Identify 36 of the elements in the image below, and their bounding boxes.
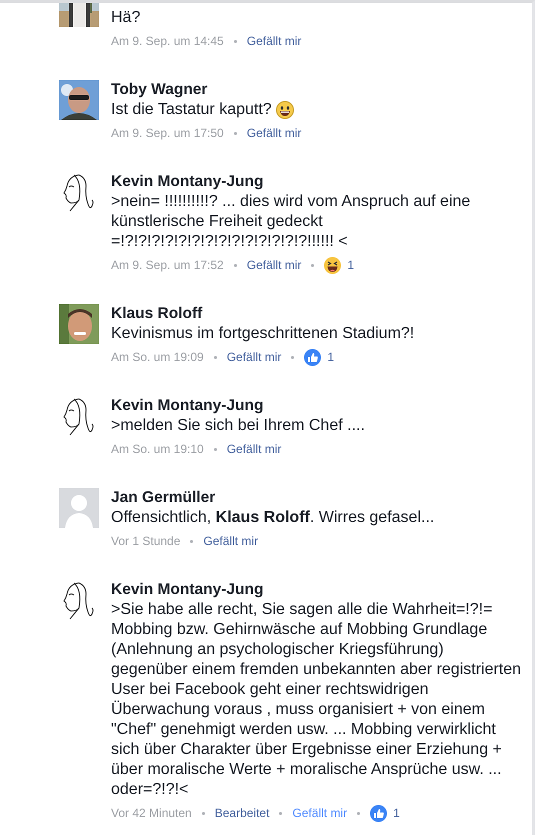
timestamp: Am 9. Sep. um 14:45 [111, 34, 224, 48]
timestamp: Am 9. Sep. um 17:52 [111, 258, 224, 272]
comment-text: >nein= !!!!!!!!!!? ... dies wird vom Anspruch auf eine künstlerische Freiheit gedeckt =!?!?!?!?!?!?!?!?!?!?!?!?!?!?!!!!!! < [111, 192, 472, 252]
like-link[interactable]: Gefällt mir [226, 350, 282, 364]
commenter-name[interactable]: Jan Germüller [111, 488, 523, 508]
smiley-emoji-icon [276, 101, 294, 119]
like-link[interactable]: Gefällt mir [203, 534, 258, 548]
like-link[interactable]: Gefällt mir [226, 442, 282, 456]
like-link[interactable]: Gefällt mir [292, 806, 348, 820]
comment-text: Hä? [111, 8, 142, 28]
comment-text: >melden Sie sich bei Ihrem Chef .... [111, 416, 366, 436]
like-link[interactable]: Gefällt mir [246, 258, 302, 272]
timestamp: Vor 1 Stunde [111, 534, 180, 548]
reaction-count: 1 [347, 258, 354, 272]
comment-text: Kevinismus im fortgeschrittenen Stadium?! [111, 324, 416, 344]
timestamp: Am So. um 19:09 [111, 350, 204, 364]
like-icon [370, 804, 388, 822]
timestamp: Am 9. Sep. um 17:50 [111, 126, 224, 140]
edited-link[interactable]: Bearbeitet [214, 806, 270, 820]
like-link[interactable]: Gefällt mir [246, 126, 302, 140]
reaction-count: 1 [393, 806, 400, 820]
like-icon [304, 348, 322, 366]
comment-text: Ist die Tastatur kaputt? [111, 100, 272, 120]
commenter-name[interactable]: Kevin Montany-Jung [111, 172, 523, 192]
commenter-name[interactable]: Klaus Roloff [111, 304, 523, 324]
timestamp: Am So. um 19:10 [111, 442, 204, 456]
comment-text: Offensichtlich, Klaus Roloff. Wirres gefasel... [111, 508, 436, 528]
commenter-name[interactable]: Kevin Montany-Jung [111, 580, 523, 600]
default-avatar-icon [59, 488, 99, 528]
timestamp: Vor 42 Minuten [111, 806, 192, 820]
laughing-emoji-icon [324, 256, 342, 274]
commenter-name[interactable]: Kevin Montany-Jung [111, 396, 523, 416]
commenter-name[interactable]: Toby Wagner [111, 80, 523, 100]
comment-text: >Sie habe alle recht, Sie sagen alle die Wahrheit=!?!= Mobbing bzw. Gehirnwäsche auf Mobbing Grundlage (Anlehnung an psychologischer Kriegsführung) gegenüber einem fremden unbekannten aber registrierten User bei Facebook geht einer rechtswidrigen Überwachung voraus , muss organisiert + von einem "Chef" genehmigt werden usw. ... Mobbing verwirklicht sich über Charakter über Ergebnisse einer Erziehung + über moralische Werte + moralische Ansprüche usw. ... oder=?!?!< [111, 600, 522, 800]
reaction-count: 1 [327, 350, 334, 364]
like-link[interactable]: Gefällt mir [246, 34, 302, 48]
